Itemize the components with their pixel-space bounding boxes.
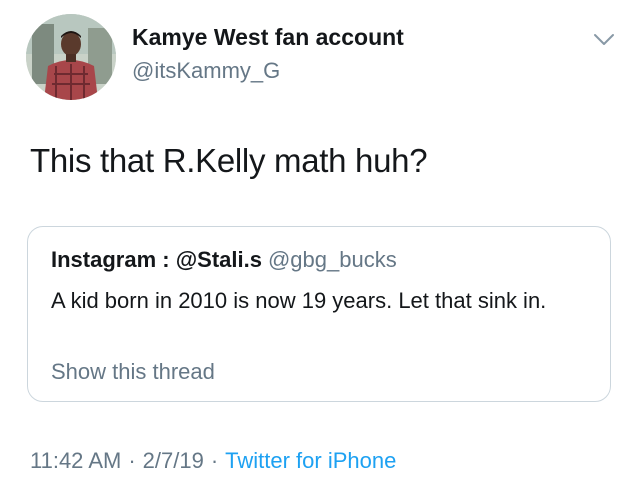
quoted-tweet-text: A kid born in 2010 is now 19 years. Let …: [51, 288, 547, 313]
tweet-text: This that R.Kelly math huh?: [30, 142, 428, 179]
display-name[interactable]: Kamye West fan account: [132, 24, 404, 51]
tweet-source-link[interactable]: Twitter for iPhone: [225, 448, 396, 473]
quoted-display-name: Instagram : @Stali.s: [51, 247, 262, 272]
quoted-tweet-card[interactable]: Instagram : @Stali.s @gbg_bucks A kid bor…: [27, 226, 611, 402]
separator: ·: [210, 448, 219, 473]
separator: ·: [128, 448, 136, 473]
tweet-time[interactable]: 11:42 AM: [30, 448, 121, 473]
tweet-metadata: 11:42 AM · 2/7/19 · Twitter for iPhone: [30, 448, 396, 474]
avatar-image: [26, 14, 116, 100]
user-handle[interactable]: @itsKammy_G: [132, 58, 280, 84]
quoted-tweet-header: Instagram : @Stali.s @gbg_bucks: [51, 247, 397, 273]
avatar[interactable]: [26, 14, 116, 100]
chevron-down-icon[interactable]: [592, 32, 616, 48]
quoted-user-handle: @gbg_bucks: [267, 247, 397, 272]
show-thread-link[interactable]: Show this thread: [51, 359, 215, 385]
tweet-date[interactable]: 2/7/19: [143, 448, 204, 473]
